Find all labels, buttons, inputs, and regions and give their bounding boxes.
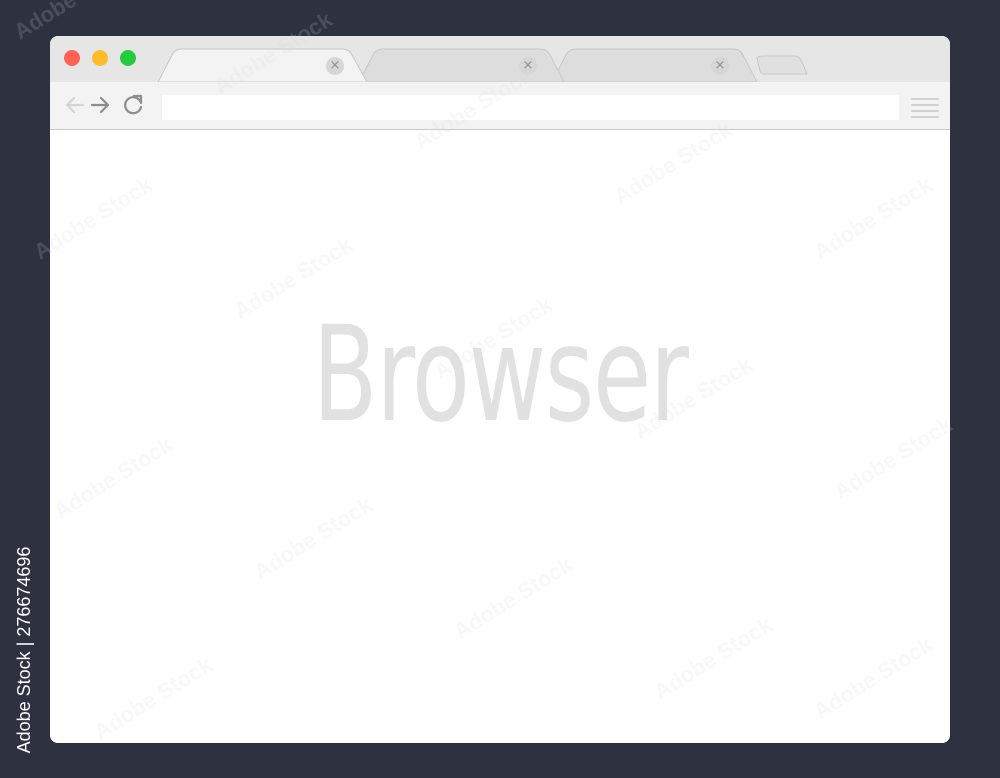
tab-3-close-icon[interactable]: × (711, 57, 729, 75)
reload-icon[interactable] (120, 92, 146, 118)
stock-credit-label: Adobe Stock | 276674696 (14, 546, 34, 754)
tab-2-close-icon[interactable]: × (519, 57, 537, 75)
hamburger-menu-icon[interactable] (910, 95, 940, 121)
new-tab-button[interactable] (756, 55, 808, 75)
tab-shapes (157, 48, 808, 83)
browser-window: × × × Browser (50, 36, 950, 743)
tab-strip: × × × (50, 36, 950, 83)
address-bar-input[interactable] (162, 95, 899, 120)
arrow-right-icon[interactable] (88, 92, 114, 118)
toolbar (50, 82, 950, 130)
arrow-left-icon[interactable] (62, 92, 88, 118)
page-viewport: Browser (50, 130, 950, 743)
page-heading: Browser (312, 298, 688, 452)
title-bar: × × × (50, 36, 950, 83)
tab-1-close-icon[interactable]: × (326, 57, 344, 75)
